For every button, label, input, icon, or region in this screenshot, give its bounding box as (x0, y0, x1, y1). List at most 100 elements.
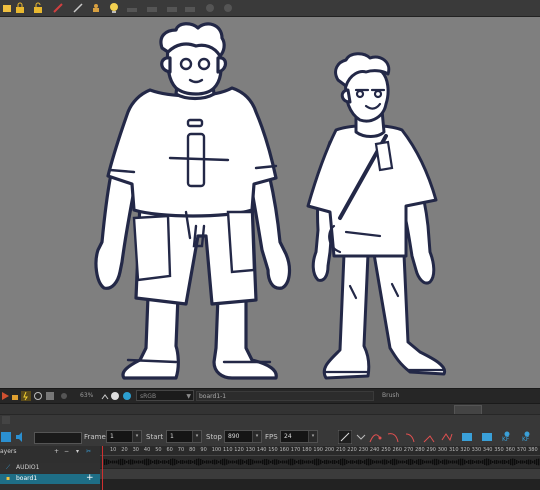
ruler-tick: 280 (415, 447, 425, 453)
ruler-tick: 290 (426, 447, 436, 453)
stamp-icon[interactable] (90, 2, 102, 14)
lightning-icon[interactable] (21, 391, 31, 401)
fps-field[interactable]: 24 ▾ (280, 430, 318, 443)
ease-curve-icon[interactable] (404, 430, 418, 444)
fps-label: FPS (265, 433, 278, 441)
color-wheel-icon[interactable] (110, 391, 120, 401)
ruler-tick: 240 (369, 447, 380, 453)
pencil-icon[interactable] (72, 2, 84, 14)
drawing-canvas[interactable] (0, 17, 540, 388)
bulb-icon[interactable] (108, 2, 120, 14)
spinner-arrow-icon[interactable]: ▾ (192, 431, 201, 442)
lock-open-icon[interactable] (32, 2, 44, 14)
spinner-arrow-icon[interactable]: ▾ (132, 431, 141, 442)
frame-ruler[interactable]: 10 20 30 40 50 60 70 80 90 100 110 120 130 140 150 160 1… (100, 446, 540, 456)
layer-row[interactable]: ⟋ AUDIO1 (0, 463, 100, 473)
ruler-tick: 180 (302, 447, 312, 453)
layer-icon[interactable] (146, 2, 158, 14)
character-drawing (94, 22, 447, 380)
layer-icon[interactable] (166, 2, 178, 14)
frame-field[interactable]: 1 ▾ (106, 430, 142, 443)
ruler-tick: 260 (392, 447, 403, 453)
layer-name: AUDIO1 (16, 464, 40, 471)
camera-icon[interactable] (59, 391, 69, 401)
ruler-tick: 60 (166, 447, 173, 453)
keyframe-label: KF (522, 436, 530, 443)
brush-icon[interactable] (52, 2, 64, 14)
ruler-tick: 340 (482, 447, 493, 453)
ruler-tick: 300 (437, 447, 448, 453)
ruler-tick: 210 (336, 447, 346, 453)
play-button-icon[interactable] (0, 430, 14, 444)
zoom-level[interactable]: 63% (80, 392, 93, 399)
ruler-tick: 150 (268, 447, 278, 453)
ease-curve-icon[interactable] (422, 430, 436, 444)
rotate-icon[interactable] (100, 391, 110, 401)
ease-curve-icon[interactable] (440, 430, 454, 444)
frames-panel[interactable]: 10 20 30 40 50 60 70 80 90 100 110 120 130 140 150 160 1… (100, 446, 540, 490)
add-drawing-button[interactable]: + (86, 473, 94, 483)
ruler-tick: 330 (471, 447, 482, 453)
line-tool-icon[interactable] (338, 430, 352, 444)
playhead[interactable] (102, 446, 103, 490)
drawing-layer-icon: ▪ (6, 475, 11, 482)
layers-panel: ayers + − ▾ ✂ ⟋ AUDIO1 ▪ board1 + (0, 446, 102, 490)
ruler-tick: 80 (189, 447, 196, 453)
speaker-icon[interactable] (14, 430, 28, 444)
sound-scrubbing-slider[interactable] (34, 432, 82, 444)
ruler-tick: 110 (223, 447, 233, 453)
globe-icon[interactable] (122, 391, 132, 401)
ruler-tick: 320 (460, 447, 470, 453)
current-tool: Brush (382, 392, 400, 399)
ease-curve-icon[interactable] (368, 430, 382, 444)
scissors-icon[interactable]: ✂ (86, 447, 91, 457)
ruler-tick: 40 (143, 447, 151, 453)
ruler-tick: 370 (516, 447, 527, 453)
stop-field[interactable]: 890 ▾ (224, 430, 262, 443)
ruler-tick: 90 (200, 447, 207, 453)
frame-label: Frame (84, 433, 106, 441)
colorspace-value: sRGB (140, 393, 157, 400)
dropdown-arrow-icon[interactable] (354, 430, 368, 444)
ruler-tick: 270 (403, 447, 414, 453)
status-bar: 63% sRGB ▼ board1-1 Brush (0, 388, 540, 403)
grid-icon[interactable] (45, 391, 55, 401)
drawing-name-field[interactable]: board1-1 (196, 391, 374, 401)
lock-icon[interactable] (10, 391, 20, 401)
play-icon[interactable] (0, 391, 10, 401)
ruler-tick: 350 (494, 447, 504, 453)
stop-value: 890 (228, 433, 240, 440)
ruler-tick: 160 (279, 447, 290, 453)
timeline-menu-button[interactable] (2, 416, 10, 424)
motion-icon[interactable] (480, 430, 494, 444)
board1-track[interactable] (100, 469, 540, 479)
colorspace-select[interactable]: sRGB ▼ (136, 390, 194, 401)
ruler-tick: 230 (358, 447, 369, 453)
ruler-tick: 70 (177, 447, 185, 453)
ruler-tick: 190 (313, 447, 323, 453)
layer-icon[interactable] (126, 2, 138, 14)
start-field[interactable]: 1 ▾ (166, 430, 202, 443)
gear-icon[interactable] (204, 2, 216, 14)
stop-label: Stop (206, 433, 222, 441)
ruler-tick: 220 (347, 447, 357, 453)
onion-skin-icon[interactable] (33, 391, 43, 401)
paint-bucket-icon[interactable] (1, 2, 13, 14)
ruler-tick: 140 (256, 447, 267, 453)
ruler-tick: 200 (324, 447, 335, 453)
layer-row-selected[interactable]: ▪ board1 + (0, 473, 100, 484)
lock-icon[interactable] (14, 2, 26, 14)
fps-value: 24 (284, 433, 292, 440)
spinner-arrow-icon[interactable]: ▾ (252, 431, 261, 442)
ruler-tick: 100 (211, 447, 222, 453)
ruler-tick: 130 (245, 447, 256, 453)
gear-icon[interactable] (222, 2, 234, 14)
layer-options-button[interactable]: ▾ (76, 447, 79, 457)
remove-layer-button[interactable]: − (64, 447, 69, 457)
layer-icon[interactable] (184, 2, 196, 14)
stop-motion-icon[interactable] (460, 430, 474, 444)
ease-curve-icon[interactable] (386, 430, 400, 444)
add-layer-button[interactable]: + (54, 447, 59, 457)
ruler-tick: 170 (290, 447, 301, 453)
spinner-arrow-icon[interactable]: ▾ (308, 431, 317, 442)
